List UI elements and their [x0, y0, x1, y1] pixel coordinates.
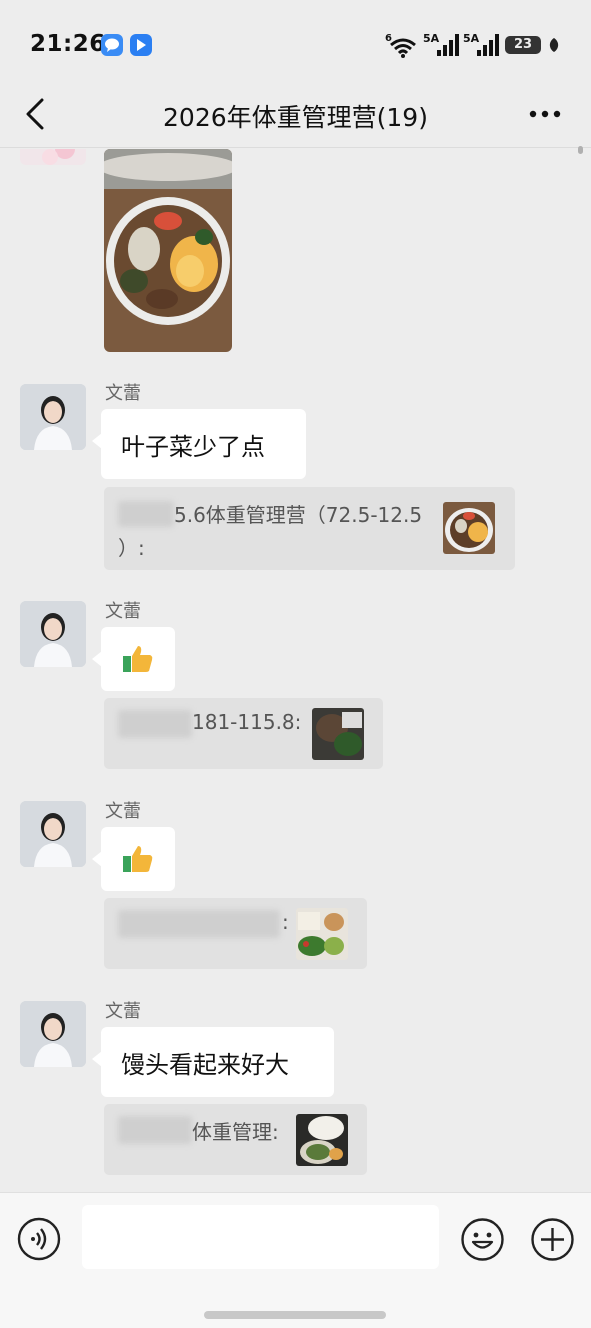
message-input[interactable]	[82, 1205, 439, 1269]
avatar[interactable]	[20, 384, 86, 450]
quote-thumbnail	[443, 502, 495, 554]
svg-text:5A: 5A	[423, 32, 440, 45]
leaf-icon	[549, 38, 559, 52]
thumbs-up-icon	[123, 846, 153, 872]
quote-text: 体重管理:	[192, 1120, 279, 1144]
home-indicator[interactable]	[204, 1311, 386, 1319]
status-bar: 21:26 6 5A 5A 23	[0, 0, 591, 84]
app-notification-icon	[130, 34, 152, 56]
food-photo[interactable]	[104, 149, 232, 352]
back-arrow-icon[interactable]	[22, 96, 50, 132]
input-bar	[0, 1192, 591, 1328]
sender-name: 文蕾	[105, 801, 141, 822]
add-attachment-icon[interactable]	[530, 1217, 575, 1262]
blurred-name	[118, 501, 174, 527]
more-options-icon[interactable]	[525, 100, 565, 128]
avatar[interactable]	[20, 801, 86, 867]
svg-text:6: 6	[385, 33, 392, 44]
navigation-bar: 2026年体重管理营(19)	[0, 84, 591, 148]
avatar[interactable]	[20, 1001, 86, 1067]
quote-text-line2: ）:	[118, 536, 145, 560]
thumbs-up-icon	[123, 646, 153, 672]
message-notification-icon	[101, 34, 123, 56]
message-bubble[interactable]	[92, 627, 175, 691]
avatar[interactable]	[20, 149, 86, 165]
message-bubble[interactable]: 馒头看起来好大	[92, 1027, 334, 1097]
signal-icon-2: 5A	[463, 32, 499, 56]
quote-text: 5.6体重管理营（72.5-12.5	[174, 503, 423, 527]
quote-thumbnail	[296, 908, 348, 960]
quoted-message[interactable]: 5.6体重管理营（72.5-12.5 ）:	[104, 487, 515, 570]
quote-thumbnail	[312, 708, 364, 760]
blurred-name	[118, 1116, 192, 1144]
signal-icon-1: 5A	[423, 32, 459, 56]
voice-input-icon[interactable]	[17, 1217, 61, 1261]
quoted-message[interactable]: :	[104, 898, 367, 969]
sender-name: 文蕾	[105, 601, 141, 622]
quote-text: :	[282, 910, 289, 934]
status-time: 21:26	[30, 31, 106, 57]
emoji-icon[interactable]	[460, 1217, 505, 1262]
chat-title: 2026年体重管理营(19)	[163, 103, 428, 132]
blurred-name	[118, 710, 192, 738]
quote-thumbnail	[296, 1114, 348, 1166]
quote-text: 181-115.8:	[192, 710, 302, 734]
sender-name: 文蕾	[105, 383, 141, 404]
quoted-message[interactable]: 181-115.8:	[104, 698, 383, 769]
blurred-name	[118, 910, 280, 938]
message-bubble[interactable]	[92, 827, 175, 891]
battery-indicator: 23	[505, 36, 541, 54]
chat-area: 文蕾 叶子菜少了点 5.6体重管理营（72.5-12.5 ）: 文蕾 181-1…	[0, 149, 591, 1192]
wifi-icon: 6	[385, 33, 416, 58]
sender-name: 文蕾	[105, 1001, 141, 1022]
svg-text:5A: 5A	[463, 32, 480, 45]
quoted-message[interactable]: 体重管理:	[104, 1104, 367, 1175]
avatar[interactable]	[20, 601, 86, 667]
message-bubble[interactable]: 叶子菜少了点	[92, 409, 306, 479]
